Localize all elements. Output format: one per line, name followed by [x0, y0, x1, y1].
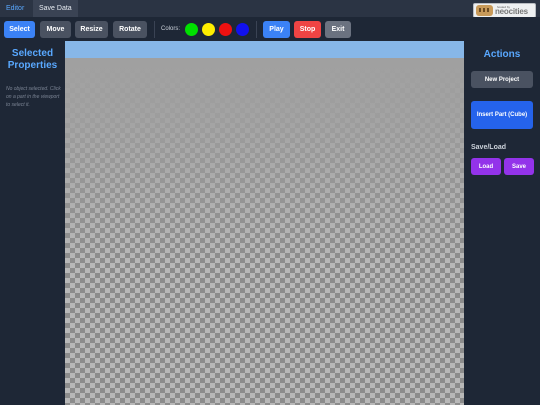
new-project-button[interactable]: New Project [471, 71, 533, 88]
badge-text: neocities [495, 7, 528, 16]
tab-save-data[interactable]: Save Data [33, 0, 78, 17]
tab-editor[interactable]: Editor [0, 0, 30, 17]
save-load-label: Save/Load [471, 144, 507, 151]
color-swatch-yellow[interactable] [202, 23, 215, 36]
properties-panel: Selected Properties No object selected. … [0, 41, 65, 405]
play-button[interactable]: Play [263, 21, 290, 38]
color-swatch-green[interactable] [185, 23, 198, 36]
properties-hint: No object selected. Click on a part in t… [6, 86, 61, 108]
select-tool-button[interactable]: Select [4, 21, 35, 38]
insert-part-button[interactable]: Insert Part (Cube) [471, 101, 533, 129]
load-button[interactable]: Load [471, 158, 501, 175]
exit-button[interactable]: Exit [325, 21, 351, 38]
color-swatch-red[interactable] [219, 23, 232, 36]
move-tool-button[interactable]: Move [40, 21, 71, 38]
colors-label: Colors: [161, 26, 181, 32]
toolbar-divider [256, 21, 257, 38]
3d-viewport[interactable] [65, 41, 464, 405]
actions-title: Actions [483, 49, 521, 60]
properties-title: Selected Properties [7, 48, 58, 71]
resize-tool-button[interactable]: Resize [75, 21, 108, 38]
actions-panel: Actions New Project Insert Part (Cube) S… [464, 41, 540, 405]
color-swatch-blue[interactable] [236, 23, 249, 36]
neocities-cat-icon [476, 5, 493, 16]
viewport-sky [65, 41, 464, 58]
toolbar-divider [154, 21, 155, 38]
rotate-tool-button[interactable]: Rotate [113, 21, 147, 38]
viewport-floor[interactable] [65, 58, 464, 405]
neocities-badge[interactable]: hosted by neocities [473, 3, 536, 18]
save-button[interactable]: Save [504, 158, 534, 175]
top-bar: Editor Save Data [0, 0, 540, 17]
stop-button[interactable]: Stop [294, 21, 321, 38]
